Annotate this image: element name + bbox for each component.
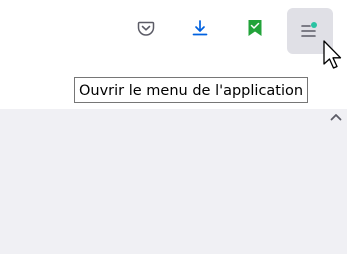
extension-bookmark-icon (247, 19, 263, 37)
vertical-scrollbar[interactable] (325, 109, 347, 254)
navigation-toolbar (0, 0, 347, 80)
menu-tooltip: Ouvrir le menu de l'application (74, 77, 309, 103)
scroll-up-arrow-icon[interactable] (329, 110, 343, 124)
bottom-strip (0, 254, 347, 262)
pocket-icon (137, 19, 155, 37)
extension-button[interactable] (239, 12, 271, 44)
downloads-button[interactable] (184, 12, 216, 44)
pocket-button[interactable] (130, 12, 162, 44)
update-badge (311, 22, 317, 28)
download-icon (191, 19, 209, 37)
page-content-area (0, 109, 347, 254)
browser-window: Ouvrir le menu de l'application (0, 0, 347, 262)
mouse-pointer-icon (322, 40, 344, 72)
